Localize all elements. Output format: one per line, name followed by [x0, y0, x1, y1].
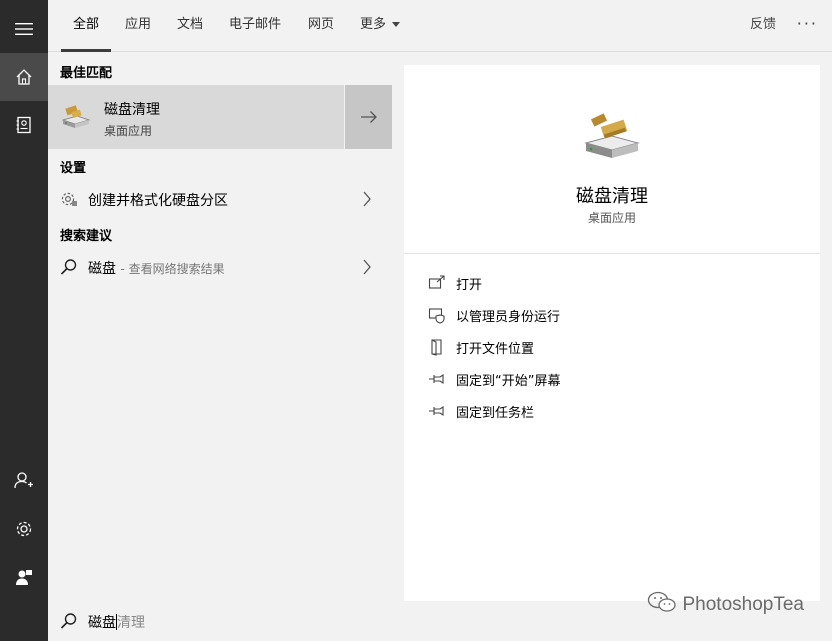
chevron-down-icon [392, 22, 401, 27]
tab-email[interactable]: 电子邮件 [229, 0, 281, 52]
search-autocomplete-text: 清理 [117, 615, 145, 631]
best-match-type: 桌面应用 [104, 124, 153, 138]
pin-icon [429, 405, 444, 417]
web-suggestion-text: 磁盘 - 查看网络搜索结果 [88, 258, 225, 278]
best-match-item[interactable]: 磁盘清理 桌面应用 [48, 85, 392, 149]
action-run-as-admin-label: 以管理员身份运行 [456, 310, 561, 325]
action-open-file-location[interactable]: 打开文件位置 [428, 335, 788, 359]
left-rail [0, 0, 48, 641]
disk-cleanup-icon [61, 105, 91, 128]
web-suggestion-query: 磁盘 [88, 261, 116, 277]
action-pin-to-taskbar[interactable]: 固定到任务栏 [428, 399, 788, 423]
account-icon[interactable] [0, 456, 48, 504]
chevron-right-icon [363, 259, 371, 275]
search-input[interactable]: 磁盘清理 [88, 612, 145, 632]
action-pin-to-taskbar-label: 固定到任务栏 [456, 406, 535, 421]
preview-app-name: 磁盘清理 [576, 186, 648, 207]
home-icon[interactable] [0, 53, 48, 101]
open-arrow-button[interactable] [344, 85, 392, 149]
action-pin-to-start[interactable]: 固定到“开始”屏幕 [428, 367, 788, 391]
chevron-right-icon [363, 191, 371, 207]
settings-result-item[interactable]: 创建并格式化硬盘分区 [48, 181, 392, 217]
search-icon [60, 613, 77, 629]
tab-apps[interactable]: 应用 [125, 0, 151, 52]
preview-header: 磁盘清理 桌面应用 [404, 65, 820, 254]
feedback-person-icon[interactable] [0, 553, 48, 601]
search-typed-text: 磁盘 [88, 615, 116, 631]
more-options-button[interactable]: ··· [797, 0, 818, 48]
settings-gear-icon [61, 192, 77, 206]
wechat-icon [647, 591, 676, 612]
results-pane: 最佳匹配 磁盘清理 桌面应用 设置 创建并格式化硬盘分区 搜索建议 磁盘 - 查… [48, 53, 392, 601]
hamburger-icon[interactable] [0, 5, 48, 53]
tab-documents[interactable]: 文档 [177, 0, 203, 52]
open-icon [428, 275, 445, 289]
section-best-match: 最佳匹配 [60, 66, 113, 81]
search-scope-tabs: 全部 应用 文档 电子邮件 网页 更多 反馈 ··· [48, 0, 832, 52]
action-open-label: 打开 [456, 278, 483, 293]
best-match-name: 磁盘清理 [104, 102, 160, 118]
web-suggestion-item[interactable]: 磁盘 - 查看网络搜索结果 [48, 249, 392, 285]
tab-more[interactable]: 更多 [360, 0, 401, 52]
preview-pane: 磁盘清理 桌面应用 打开 以管理员身份运行 打开文件位置 固定到“开始”屏幕 固… [404, 65, 820, 601]
tab-more-label: 更多 [360, 17, 387, 32]
watermark-text: PhotoshopTea [682, 594, 805, 615]
watermark: PhotoshopTea [647, 591, 805, 616]
gear-icon[interactable] [0, 505, 48, 553]
section-search-suggestions: 搜索建议 [60, 229, 113, 244]
action-open[interactable]: 打开 [428, 271, 788, 295]
search-icon [60, 259, 77, 275]
disk-cleanup-icon [584, 113, 640, 158]
arrow-right-icon [360, 111, 377, 123]
file-location-icon [431, 339, 442, 356]
action-open-file-location-label: 打开文件位置 [456, 342, 535, 357]
feedback-link[interactable]: 反馈 [750, 0, 776, 50]
action-pin-to-start-label: 固定到“开始”屏幕 [456, 374, 561, 389]
preview-app-type: 桌面应用 [587, 211, 636, 225]
web-suggestion-hint: - 查看网络搜索结果 [120, 262, 225, 276]
notebook-icon[interactable] [0, 101, 48, 149]
action-run-as-admin[interactable]: 以管理员身份运行 [428, 303, 788, 327]
pin-icon [429, 373, 444, 385]
tab-web[interactable]: 网页 [308, 0, 334, 52]
section-settings: 设置 [60, 161, 87, 176]
shield-icon [428, 308, 445, 324]
settings-result-label: 创建并格式化硬盘分区 [88, 193, 228, 209]
tab-all[interactable]: 全部 [60, 0, 112, 52]
